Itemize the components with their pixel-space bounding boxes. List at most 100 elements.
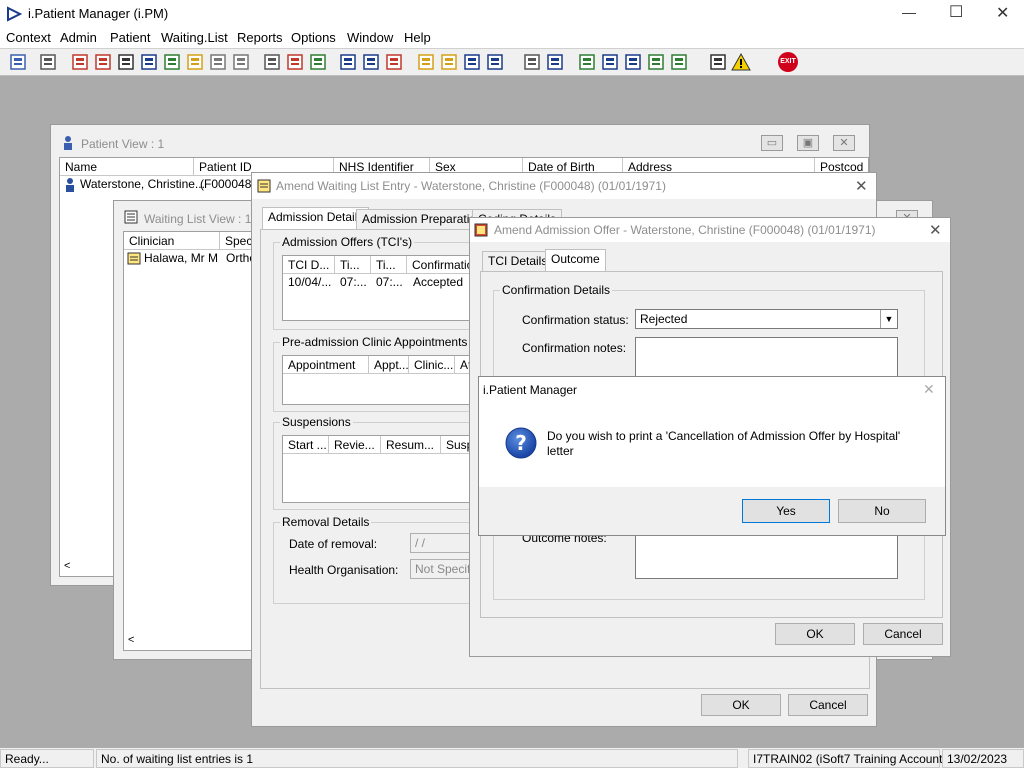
notes3-icon[interactable] bbox=[646, 52, 666, 72]
patient-view-close-button[interactable]: ✕ bbox=[833, 135, 855, 151]
doc-chart-icon[interactable] bbox=[361, 52, 381, 72]
tab-admission-details[interactable]: Admission Details bbox=[262, 207, 370, 229]
col-time-2[interactable]: Ti... bbox=[371, 256, 407, 274]
edit-icon[interactable] bbox=[93, 52, 113, 72]
col-appointment[interactable]: Appointment bbox=[283, 356, 369, 374]
patient-view-minimize-button[interactable]: ▭ bbox=[761, 135, 783, 151]
confirmation-status-label: Confirmation status: bbox=[522, 313, 629, 327]
table-row[interactable]: Halawa, Mr M Ortho bbox=[124, 250, 262, 268]
amend-wle-titlebar[interactable]: Amend Waiting List Entry - Waterstone, C… bbox=[252, 173, 876, 199]
menu-patient[interactable]: Patient bbox=[110, 30, 150, 45]
amend-wle-ok-button[interactable]: OK bbox=[701, 694, 781, 716]
menu-help[interactable]: Help bbox=[404, 30, 431, 45]
warning-icon[interactable] bbox=[731, 52, 751, 72]
close-icon[interactable]: ✕ bbox=[929, 221, 942, 239]
exit-icon[interactable]: EXIT bbox=[778, 52, 798, 72]
letter-m-icon[interactable] bbox=[139, 52, 159, 72]
notes2-icon[interactable] bbox=[623, 52, 643, 72]
close-button[interactable]: ✕ bbox=[996, 3, 1009, 23]
svg-text:?: ? bbox=[515, 431, 527, 455]
menu-waiting-list[interactable]: Waiting.List bbox=[161, 30, 228, 45]
col-start[interactable]: Start ... bbox=[283, 436, 329, 454]
menu-admin[interactable]: Admin bbox=[60, 30, 97, 45]
tci-time-1: 07:... bbox=[340, 275, 367, 289]
scroll-left-icon[interactable]: < bbox=[128, 634, 134, 646]
col-review[interactable]: Revie... bbox=[329, 436, 381, 454]
list-icon[interactable] bbox=[416, 52, 436, 72]
menu-reports[interactable]: Reports bbox=[237, 30, 283, 45]
col-tci-date[interactable]: TCI D... bbox=[283, 256, 335, 274]
form-icon[interactable] bbox=[185, 52, 205, 72]
hand-icon[interactable] bbox=[208, 52, 228, 72]
suspensions-label: Suspensions bbox=[280, 415, 353, 429]
yes-button[interactable]: Yes bbox=[742, 499, 830, 523]
person-icon[interactable] bbox=[162, 52, 182, 72]
clock-icon[interactable] bbox=[285, 52, 305, 72]
card-icon[interactable] bbox=[116, 52, 136, 72]
patient-row-icon bbox=[66, 178, 74, 192]
confirmation-notes-label: Confirmation notes: bbox=[522, 341, 627, 355]
no-button[interactable]: No bbox=[838, 499, 926, 523]
truck-icon[interactable] bbox=[462, 52, 482, 72]
chart-icon[interactable] bbox=[338, 52, 358, 72]
amend-offer-ok-button[interactable]: OK bbox=[775, 623, 855, 645]
confirmation-details-label: Confirmation Details bbox=[500, 283, 613, 297]
notes4-icon[interactable] bbox=[669, 52, 689, 72]
col-time-1[interactable]: Ti... bbox=[335, 256, 371, 274]
col-clinic[interactable]: Clinic... bbox=[409, 356, 455, 374]
list2-icon[interactable] bbox=[439, 52, 459, 72]
menu-window[interactable]: Window bbox=[347, 30, 393, 45]
user-icon[interactable] bbox=[8, 52, 28, 72]
scan-icon[interactable] bbox=[262, 52, 282, 72]
patient-id: (F000048) bbox=[200, 177, 256, 191]
tci-time-2: 07:... bbox=[376, 275, 403, 289]
scroll-left-icon[interactable]: < bbox=[64, 560, 70, 572]
status-date: 13/02/2023 bbox=[942, 749, 1024, 768]
app-title: i.Patient Manager (i.PM) bbox=[28, 6, 169, 21]
col-resume[interactable]: Resum... bbox=[381, 436, 441, 454]
maximize-button[interactable]: ☐ bbox=[949, 2, 963, 22]
dialog-icon bbox=[257, 179, 271, 193]
col-appt[interactable]: Appt... bbox=[369, 356, 409, 374]
menu-bar bbox=[0, 28, 1024, 48]
waiting-list-title: Waiting List View : 1 bbox=[144, 212, 252, 226]
amend-offer-titlebar[interactable]: Amend Admission Offer - Waterstone, Chri… bbox=[470, 218, 950, 242]
patient-view-title: Patient View : 1 bbox=[81, 137, 165, 151]
close-icon[interactable]: ✕ bbox=[923, 381, 935, 398]
page-icon[interactable] bbox=[522, 52, 542, 72]
patient-icon bbox=[64, 136, 72, 150]
hand2-icon[interactable] bbox=[231, 52, 251, 72]
monitor-icon[interactable] bbox=[308, 52, 328, 72]
menu-options[interactable]: Options bbox=[291, 30, 336, 45]
patient-name: Waterstone, Christine... bbox=[80, 177, 205, 191]
book-icon[interactable] bbox=[70, 52, 90, 72]
swap-icon[interactable] bbox=[708, 52, 728, 72]
menu-context[interactable]: Context bbox=[6, 30, 51, 45]
patient-view-restore-button[interactable]: ▣ bbox=[797, 135, 819, 151]
col-name[interactable]: Name bbox=[60, 158, 194, 176]
amend-offer-cancel-button[interactable]: Cancel bbox=[863, 623, 943, 645]
notes-icon[interactable] bbox=[600, 52, 620, 72]
minimize-button[interactable]: — bbox=[902, 4, 916, 20]
bar-chart-icon[interactable] bbox=[545, 52, 565, 72]
chevron-down-icon[interactable]: ▼ bbox=[880, 310, 897, 328]
app-logo-icon bbox=[7, 6, 22, 22]
confirmation-status-value: Rejected bbox=[640, 312, 688, 326]
patient-view-titlebar[interactable]: Patient View : 1 ▭ ▣ ✕ bbox=[51, 125, 869, 151]
col-clinician[interactable]: Clinician bbox=[124, 232, 220, 250]
print-icon[interactable] bbox=[38, 52, 58, 72]
amend-wle-cancel-button[interactable]: Cancel bbox=[788, 694, 868, 716]
globe-icon[interactable] bbox=[577, 52, 597, 72]
clinician-name: Halawa, Mr M bbox=[144, 251, 219, 265]
confirmation-status-select[interactable]: Rejected ▼ bbox=[635, 309, 898, 329]
tab-tci-details[interactable]: TCI Details bbox=[482, 251, 554, 271]
clock2-icon[interactable] bbox=[384, 52, 404, 72]
tab-outcome[interactable]: Outcome bbox=[545, 249, 606, 271]
date-of-removal-label: Date of removal: bbox=[289, 537, 378, 551]
admission-offers-label: Admission Offers (TCI's) bbox=[280, 235, 415, 249]
message-box-titlebar[interactable]: i.Patient Manager ✕ bbox=[479, 377, 945, 401]
truck2-icon[interactable] bbox=[485, 52, 505, 72]
entry-icon bbox=[127, 252, 141, 265]
close-icon[interactable]: ✕ bbox=[855, 177, 868, 195]
status-entries: No. of waiting list entries is 1 bbox=[96, 749, 738, 768]
